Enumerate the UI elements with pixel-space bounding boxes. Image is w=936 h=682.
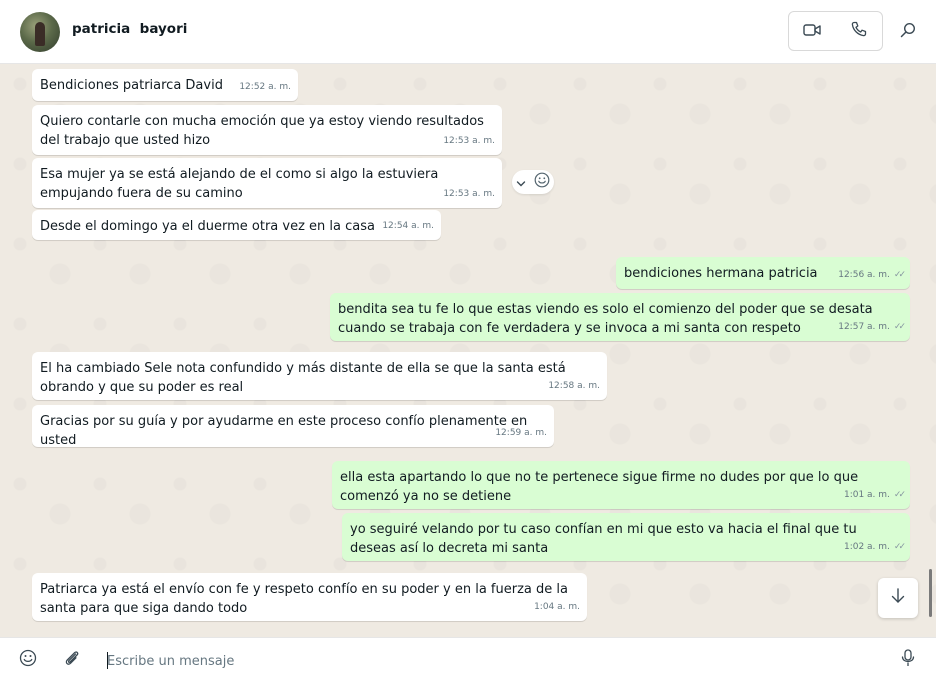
message-time: 1:01 a. m. — [843, 490, 890, 500]
message-text: ella esta apartando lo que no te pertene… — [340, 470, 859, 504]
read-ticks-icon: ✓✓ — [893, 542, 906, 552]
message-outgoing[interactable]: ella esta apartando lo que no te pertene… — [332, 461, 910, 509]
message-text: Gracias por su guía y por ayudarme en es… — [40, 414, 528, 448]
emoji-button[interactable] — [18, 649, 38, 671]
phone-icon — [851, 21, 867, 41]
paperclip-icon — [63, 649, 81, 671]
chevron-down-icon[interactable] — [516, 173, 526, 192]
message-text: bendita sea tu fe lo que estas viendo es… — [338, 302, 873, 336]
message-incoming[interactable]: Bendiciones patriarca David 12:52 a. m. — [32, 69, 298, 101]
avatar[interactable] — [20, 12, 60, 52]
emoji-icon — [19, 649, 37, 671]
message-incoming[interactable]: Patriarca ya está el envío con fe y resp… — [32, 573, 587, 621]
attach-button[interactable] — [62, 650, 82, 670]
message-time: 12:57 a. m. — [838, 322, 890, 332]
message-time: 1:04 a. m. — [534, 602, 580, 612]
chat-header: patricia bayori — [0, 0, 936, 64]
message-incoming[interactable]: Esa mujer ya se está alejando de el como… — [32, 158, 502, 208]
message-text: Quiero contarle con mucha emoción que ya… — [40, 114, 484, 148]
video-call-button[interactable] — [789, 12, 836, 50]
search-icon — [900, 22, 916, 42]
microphone-icon — [901, 649, 915, 671]
message-time: 12:56 a. m. — [838, 270, 890, 280]
read-ticks-icon: ✓✓ — [893, 270, 906, 280]
read-ticks-icon: ✓✓ — [893, 490, 906, 500]
message-time: 12:53 a. m. — [443, 189, 495, 199]
message-outgoing[interactable]: yo seguiré velando por tu caso confían e… — [342, 513, 910, 561]
message-incoming[interactable]: El ha cambiado Sele nota confundido y má… — [32, 352, 607, 400]
message-incoming[interactable]: Gracias por su guía y por ayudarme en es… — [32, 405, 554, 448]
contact-name[interactable]: patricia bayori — [72, 21, 187, 37]
message-incoming[interactable]: Quiero contarle con mucha emoción que ya… — [32, 105, 502, 155]
search-button[interactable] — [896, 20, 920, 44]
message-outgoing[interactable]: bendiciones hermana patricia 12:56 a. m.… — [616, 257, 910, 289]
message-time: 12:59 a. m. — [495, 428, 547, 438]
message-input[interactable] — [107, 651, 867, 671]
message-time: 12:52 a. m. — [239, 82, 291, 92]
message-outgoing[interactable]: bendita sea tu fe lo que estas viendo es… — [330, 293, 910, 341]
message-time: 12:53 a. m. — [443, 136, 495, 146]
chat-area[interactable]: Bendiciones patriarca David 12:52 a. m. … — [0, 64, 936, 637]
video-camera-icon — [803, 22, 821, 41]
message-time: 12:58 a. m. — [548, 381, 600, 391]
message-time: 1:02 a. m. — [843, 542, 890, 552]
react-emoji-icon[interactable] — [534, 172, 550, 192]
message-text: Esa mujer ya se está alejando de el como… — [40, 167, 439, 201]
message-actions — [512, 170, 554, 194]
chat-scrollbar[interactable] — [929, 569, 932, 617]
arrow-down-icon — [890, 587, 906, 609]
composer — [0, 637, 936, 682]
message-time: 12:54 a. m. — [382, 221, 434, 231]
message-text: Patriarca ya está el envío con fe y resp… — [40, 582, 568, 616]
message-text: Desde el domingo ya el duerme otra vez e… — [40, 219, 375, 234]
voice-message-button[interactable] — [898, 649, 918, 671]
scroll-to-bottom-button[interactable] — [878, 578, 918, 618]
message-text: yo seguiré velando por tu caso confían e… — [350, 522, 857, 556]
voice-call-button[interactable] — [836, 12, 883, 50]
message-incoming[interactable]: Desde el domingo ya el duerme otra vez e… — [32, 210, 441, 240]
read-ticks-icon: ✓✓ — [893, 322, 906, 332]
call-buttons — [788, 11, 883, 51]
message-text: El ha cambiado Sele nota confundido y má… — [40, 361, 566, 395]
